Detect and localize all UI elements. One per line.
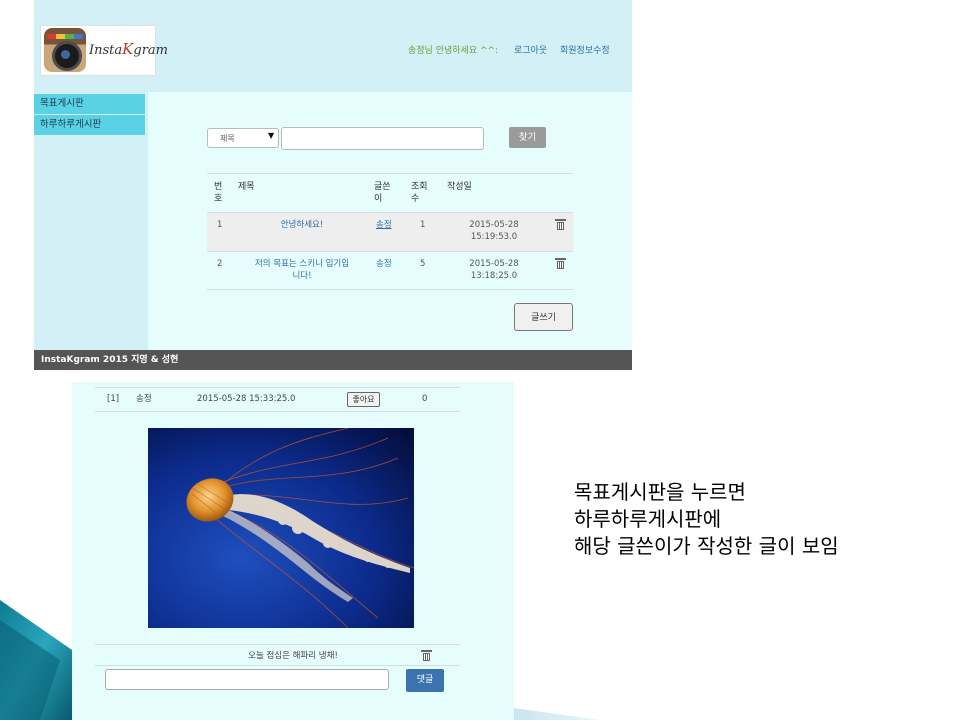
- row-views: 5: [420, 259, 426, 269]
- camera-logo-icon: [44, 28, 86, 72]
- site-footer: InstaKgram 2015 지영 & 성현: [34, 350, 632, 370]
- post-photo: [148, 428, 414, 628]
- col-header-title: 제목: [238, 182, 255, 192]
- row-title-link[interactable]: 안녕하세요!: [242, 219, 362, 231]
- write-post-button[interactable]: 글쓰기: [514, 303, 573, 331]
- sidebar: 목표게시판 하루하루게시판: [34, 92, 148, 350]
- note-line: 목표게시판을 누르면: [574, 480, 746, 504]
- search-select-value: 제목: [220, 134, 235, 143]
- col-header-views: 조회 수: [411, 182, 428, 204]
- sidebar-item-goal-board[interactable]: 목표게시판: [34, 94, 145, 114]
- greeting-text: 송정님 안녕하세요 ^^:: [408, 46, 499, 56]
- table-top-rule: [207, 173, 573, 174]
- col-header-num: 번 호: [214, 182, 223, 204]
- post-index: [1]: [107, 394, 120, 404]
- row-num: 1: [217, 220, 223, 230]
- row-views: 1: [420, 220, 426, 230]
- row-title-link[interactable]: 저의 목표는 스키니 입기입 니다!: [234, 258, 370, 282]
- sidebar-item-daily-board[interactable]: 하루하루게시판: [34, 115, 145, 135]
- row-date: 2015-05-28 15:19:53.0: [469, 220, 519, 242]
- row-num: 2: [217, 259, 223, 269]
- row-author-link[interactable]: 송정: [376, 258, 392, 270]
- col-header-date: 작성일: [447, 182, 472, 192]
- site-logo[interactable]: InstaKgram: [40, 25, 168, 76]
- note-line: 해당 글쓴이가 작성한 글이 보임: [574, 534, 839, 558]
- note-line: 하루하루게시판에: [574, 507, 722, 531]
- post-top-rule: [95, 387, 460, 388]
- logo-wordmark: InstaKgram: [89, 40, 168, 58]
- row-author-link[interactable]: 송정: [376, 219, 392, 231]
- post-author: 송정: [136, 394, 152, 404]
- row-date: 2015-05-28 13:18:25.0: [469, 259, 519, 281]
- search-field-select[interactable]: 제목 ▼: [207, 128, 279, 148]
- col-header-author: 글쓴 이: [374, 182, 391, 204]
- trash-icon[interactable]: [421, 650, 432, 661]
- post-header-rule: [95, 411, 460, 412]
- post-date: 2015-05-28 15:33:25.0: [197, 394, 296, 404]
- like-count: 0: [422, 394, 428, 404]
- search-button[interactable]: 찾기: [509, 127, 546, 148]
- caption-top-rule: [95, 644, 460, 645]
- logout-link[interactable]: 로그아웃: [514, 43, 547, 56]
- dropdown-arrow-icon: ▼: [268, 131, 275, 140]
- comment-input[interactable]: [105, 669, 389, 690]
- search-input[interactable]: [281, 127, 484, 150]
- slide-note: 목표게시판을 누르면 하루하루게시판에 해당 글쓴이가 작성한 글이 보임: [574, 479, 839, 560]
- edit-profile-link[interactable]: 회원정보수정: [560, 43, 610, 56]
- trash-icon[interactable]: [555, 258, 566, 269]
- caption-bottom-rule: [95, 665, 460, 666]
- post-detail-screenshot: [1] 송정 2015-05-28 15:33:25.0 좋아요 0 오늘 점심…: [72, 382, 514, 720]
- post-caption: 오늘 점심은 해파리 냉채!: [248, 651, 338, 661]
- comment-submit-button[interactable]: 댓글: [406, 669, 444, 692]
- table-bottom-rule: [207, 289, 573, 290]
- board-list-screenshot: InstaKgram 송정님 안녕하세요 ^^: 로그아웃 회원정보수정 목표게…: [34, 0, 632, 370]
- table-row-rule: [207, 251, 573, 252]
- trash-icon[interactable]: [555, 219, 566, 230]
- like-button[interactable]: 좋아요: [347, 392, 380, 407]
